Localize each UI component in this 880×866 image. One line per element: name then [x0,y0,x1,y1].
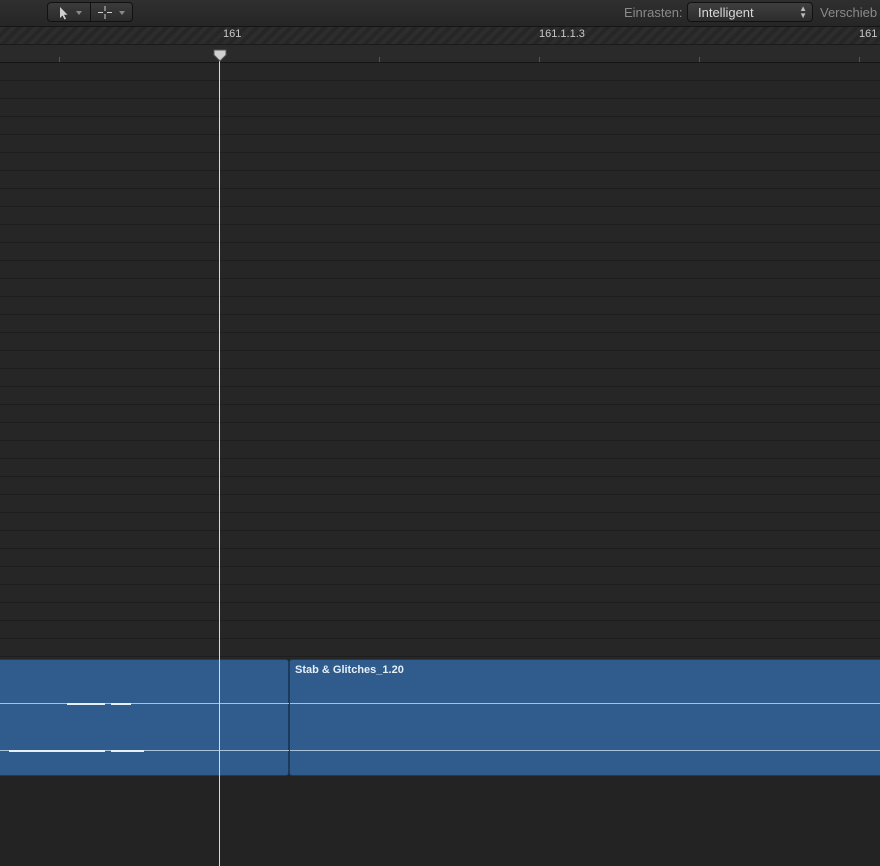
bar-ruler[interactable]: 161 161.1.1.3 161 [0,27,880,45]
audio-region[interactable] [0,659,290,776]
snap-mode-select[interactable]: Intelligent ▲ ▼ [687,2,813,22]
crosshair-icon [98,6,125,19]
waveform-segment [9,750,105,752]
ruler-tick [59,57,60,62]
pointer-tool-button[interactable] [48,3,91,21]
secondary-tool-button[interactable] [91,3,133,21]
playhead-handle-icon[interactable] [213,49,227,63]
updown-arrows-icon: ▲ ▼ [799,4,807,20]
waveform-line [290,750,880,751]
snap-label: Einrasten: [624,5,683,20]
empty-track-area[interactable] [0,776,880,866]
waveform-segment [111,750,144,752]
waveform-line [290,703,880,704]
ruler-tick [859,57,860,62]
ruler-marker: 161 [859,28,878,40]
drag-mode-label: Verschieb [820,5,878,20]
waveform-line [0,703,290,704]
region-lane: Stab & Glitches_1.20 [0,659,880,776]
ruler-tick [539,57,540,62]
ruler-tick [699,57,700,62]
snap-mode-value: Intelligent [698,5,754,20]
ruler-marker: 161 [223,28,242,40]
sub-ruler[interactable] [0,45,880,63]
waveform-segment [67,703,105,705]
tool-menu-group [47,2,133,22]
track-lanes[interactable] [0,63,880,659]
audio-region[interactable]: Stab & Glitches_1.20 [289,659,880,776]
playhead-line[interactable] [219,55,220,866]
region-name: Stab & Glitches_1.20 [295,664,404,676]
ruler-tick [379,57,380,62]
pointer-icon [60,7,82,20]
ruler-marker: 161.1.1.3 [539,28,585,40]
toolbar: Einrasten: Intelligent ▲ ▼ Verschieb [0,0,880,27]
waveform-segment [111,703,131,705]
